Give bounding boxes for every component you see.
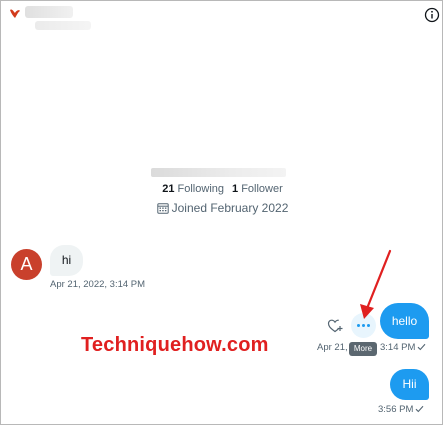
- watermark: Techniquehow.com: [81, 334, 269, 356]
- heart-plus-icon[interactable]: [327, 318, 343, 334]
- dm-conversation-panel: 21 Following 1 Follower Joined February 2…: [0, 0, 443, 425]
- sent-message-timestamp: 3:14 PM: [380, 342, 426, 353]
- blurred-profile-name: [151, 168, 286, 177]
- sender-avatar[interactable]: A: [11, 249, 42, 280]
- sent-message-timestamp: 3:56 PM: [378, 404, 424, 415]
- calendar-icon: [156, 203, 169, 214]
- sent-message-date-prefix: Apr 21,: [317, 342, 348, 353]
- blurred-display-name: [25, 6, 73, 18]
- sent-message-time: 3:56 PM: [378, 404, 414, 415]
- ellipsis-icon-dot: [367, 324, 370, 327]
- received-message[interactable]: hi: [50, 245, 83, 276]
- joined-text: Joined February 2022: [171, 201, 289, 215]
- annotation-arrow: [360, 249, 392, 319]
- sent-message[interactable]: Hii: [390, 369, 429, 400]
- check-icon: [416, 405, 424, 413]
- ellipsis-icon: [357, 324, 360, 327]
- followers-label: Follower: [241, 183, 283, 195]
- sent-message-time: 3:14 PM: [380, 342, 416, 353]
- profile-avatar-icon[interactable]: [8, 6, 22, 20]
- follow-stats: 21 Following 1 Follower: [1, 183, 442, 195]
- ellipsis-icon-dot: [362, 324, 365, 327]
- check-icon: [418, 343, 426, 351]
- following-label: Following: [177, 183, 224, 195]
- joined-date: Joined February 2022: [1, 201, 442, 215]
- received-message-timestamp: Apr 21, 2022, 3:14 PM: [50, 279, 146, 290]
- blurred-username: [35, 21, 91, 30]
- more-tooltip: More: [349, 342, 377, 356]
- following-link[interactable]: 21 Following: [162, 183, 224, 195]
- followers-count: 1: [232, 183, 239, 195]
- info-icon[interactable]: [424, 7, 440, 23]
- following-count: 21: [162, 183, 175, 195]
- followers-link[interactable]: 1 Follower: [232, 183, 283, 195]
